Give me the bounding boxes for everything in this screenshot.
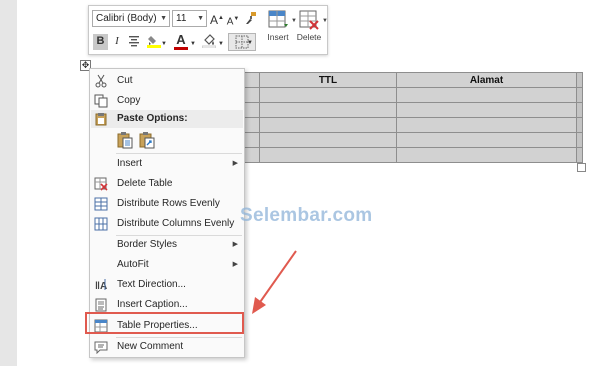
- annotation-arrow-icon: [252, 250, 297, 314]
- watermark: Selembar.com: [240, 205, 373, 226]
